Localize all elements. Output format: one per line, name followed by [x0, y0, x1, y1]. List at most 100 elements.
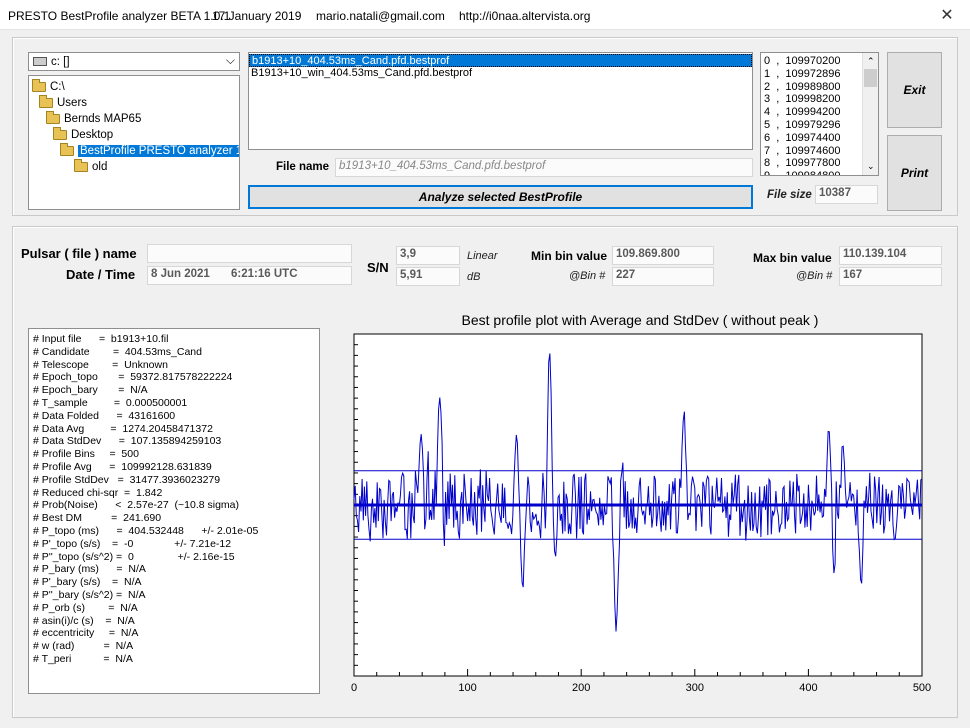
info-line: # Data Folded = 43161600 — [33, 409, 176, 422]
bin-value-item[interactable]: 8 , 109977800 — [764, 157, 840, 170]
min-bin-label: Min bin value — [531, 249, 608, 263]
analyze-button[interactable]: Analyze selected BestProfile — [248, 185, 753, 209]
scroll-up-icon[interactable]: ⌃ — [867, 56, 875, 67]
info-line: # P''_bary (s/s^2) = N/A — [33, 588, 146, 601]
file-name-input[interactable]: b1913+10_404.53ms_Cand.pfd.bestprof — [335, 158, 753, 177]
max-bin-index: 167 — [839, 267, 942, 286]
drive-value: c: [] — [51, 55, 70, 68]
x-tick-label: 400 — [799, 682, 817, 694]
min-bin-value: 109.869.800 — [612, 246, 714, 265]
sn-db-value: 5,91 — [396, 267, 460, 286]
sn-db-unit: dB — [467, 271, 481, 283]
print-button[interactable]: Print — [887, 135, 942, 211]
info-line: # Candidate = 404.53ms_Cand — [33, 345, 202, 358]
folder-label: C:\ — [50, 81, 65, 93]
file-list: b1913+10_404.53ms_Cand.pfd.bestprof B1913… — [248, 52, 753, 150]
x-tick-label: 0 — [351, 682, 357, 694]
folder-tree: C:\ Users Bernds MAP65 Desktop BestProfile P… — [28, 75, 240, 210]
folder-icon — [53, 127, 67, 140]
info-line: # T_sample = 0.000500001 — [33, 396, 188, 409]
sn-linear-unit: Linear — [467, 250, 498, 262]
folder-item[interactable]: old — [74, 159, 107, 175]
bin-value-item[interactable]: 4 , 109994200 — [764, 106, 840, 119]
folder-item[interactable]: C:\ — [32, 79, 65, 95]
bin-value-item[interactable]: 7 , 109974600 — [764, 145, 840, 158]
file-name-label: File name — [276, 161, 330, 173]
sn-label: S/N — [367, 260, 389, 275]
title-bar: PRESTO BestProfile analyzer BETA 1.0.1 1… — [0, 0, 970, 30]
bin-list-scrollbar[interactable]: ⌃ ⌄ — [862, 53, 878, 175]
close-button[interactable]: ✕ — [924, 0, 970, 30]
pulsar-name-field — [147, 244, 352, 263]
info-line: # eccentricity = N/A — [33, 627, 139, 640]
file-size-label: File size — [767, 189, 812, 201]
info-line: # Data StdDev = 107.135894259103 — [33, 435, 222, 448]
profile-chart: Best profile plot with Average and StdDe… — [330, 308, 950, 700]
bin-values-list: 0 , 109970200 1 , 109972896 2 , 109989800 3… — [760, 52, 879, 176]
min-bin-index-label: @Bin # — [569, 270, 606, 282]
bin-value-item[interactable]: 9 , 109984800 — [764, 170, 840, 175]
folder-item[interactable]: Bernds MAP65 — [46, 111, 141, 127]
info-line: # T_peri = N/A — [33, 652, 133, 665]
folder-item[interactable]: Users — [39, 95, 87, 111]
info-line: # Best DM = 241.690 — [33, 512, 162, 525]
file-item[interactable]: b1913+10_404.53ms_Cand.pfd.bestprof — [249, 54, 752, 67]
info-line: # w (rad) = N/A — [33, 640, 134, 653]
x-tick-label: 200 — [572, 682, 590, 694]
bin-value-item[interactable]: 0 , 109970200 — [764, 55, 840, 68]
info-line: # asin(i)/c (s) = N/A — [33, 614, 135, 627]
folder-icon — [46, 111, 60, 124]
scroll-thumb[interactable] — [864, 69, 877, 87]
drive-select[interactable]: c: [] ⌵ — [28, 52, 240, 71]
info-line: # P'_topo (s/s) = -0 +/- 7.21e-12 — [33, 537, 232, 550]
info-line: # P_bary (ms) = N/A — [33, 563, 146, 576]
file-size-value: 10387 — [815, 185, 878, 204]
chart-svg: 0 100 200 300 400 500 — [351, 333, 931, 694]
file-item[interactable]: B1913+10_win_404.53ms_Cand.pfd.bestprof — [249, 67, 752, 80]
info-line: # Prob(Noise) < 2.57e-27 (~10.8 sigma) — [33, 499, 240, 512]
chevron-down-icon: ⌵ — [225, 53, 235, 67]
folder-label: Users — [57, 97, 88, 109]
folder-item[interactable]: BestProfile PRESTO analyzer 1.0.1.e — [60, 143, 239, 159]
app-title: PRESTO BestProfile analyzer BETA 1.0.1 — [8, 9, 231, 23]
folder-label: BestProfile PRESTO analyzer 1.0.1.e — [78, 145, 239, 157]
scroll-down-icon[interactable]: ⌄ — [867, 161, 875, 172]
folder-item[interactable]: Desktop — [53, 127, 113, 143]
app-date: 17 January 2019 — [212, 9, 302, 23]
max-bin-label: Max bin value — [753, 251, 832, 265]
pulsar-name-label: Pulsar ( file ) name — [21, 246, 137, 261]
info-line: # Profile Bins = 500 — [33, 448, 139, 461]
folder-icon — [74, 159, 88, 172]
author-email: mario.natali@gmail.com — [316, 9, 445, 23]
folder-icon — [32, 79, 46, 92]
close-icon: ✕ — [940, 7, 954, 24]
info-line: # P''_topo (s/s^2) = 0 +/- 2.16e-15 — [33, 550, 235, 563]
bin-value-item[interactable]: 2 , 109989800 — [764, 81, 840, 94]
folder-label: Desktop — [71, 129, 114, 141]
folder-label: old — [92, 161, 108, 173]
x-tick-label: 500 — [913, 682, 931, 694]
author-url: http://i0naa.altervista.org — [459, 9, 591, 23]
bin-value-item[interactable]: 5 , 109979296 — [764, 119, 840, 132]
folder-icon — [60, 143, 74, 156]
max-bin-value: 110.139.104 — [839, 246, 942, 265]
time-value: 6:21:16 UTC — [231, 268, 298, 280]
folder-label: Bernds MAP65 — [64, 113, 142, 125]
drive-icon — [33, 57, 47, 66]
info-line: # Profile StdDev = 31477.3936023279 — [33, 473, 221, 486]
min-bin-index: 227 — [612, 267, 714, 286]
sn-linear-value: 3,9 — [396, 246, 460, 265]
info-line: # Epoch_topo = 59372.817578222224 — [33, 371, 233, 384]
info-line: # Telescope = Unknown — [33, 358, 168, 371]
bin-value-item[interactable]: 3 , 109998200 — [764, 93, 840, 106]
bin-value-item[interactable]: 1 , 109972896 — [764, 68, 840, 81]
info-line: # Epoch_bary = N/A — [33, 384, 148, 397]
exit-button[interactable]: Exit — [887, 52, 942, 128]
bin-value-item[interactable]: 6 , 109974400 — [764, 132, 840, 145]
datetime-field: 8 Jun 2021 6:21:16 UTC — [147, 266, 352, 285]
x-tick-label: 300 — [686, 682, 704, 694]
datetime-label: Date / Time — [66, 267, 136, 282]
date-value: 8 Jun 2021 — [151, 268, 210, 280]
info-line: # Reduced chi-sqr = 1.842 — [33, 486, 163, 499]
bestprof-info-box: # Input file = b1913+10.fil # Candidate =… — [28, 328, 320, 694]
